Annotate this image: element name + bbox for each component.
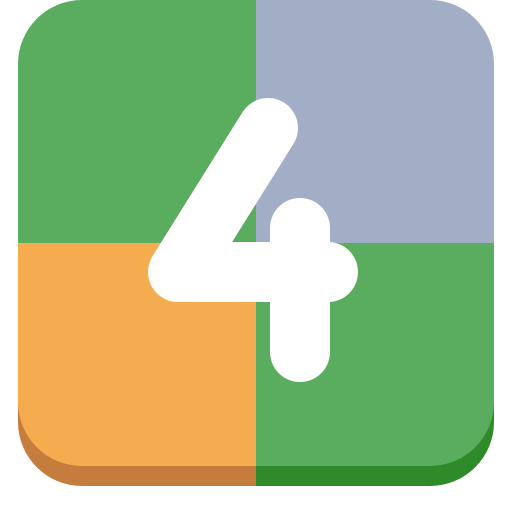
number-four-app-icon	[18, 0, 494, 486]
app-icon[interactable]	[0, 0, 512, 512]
